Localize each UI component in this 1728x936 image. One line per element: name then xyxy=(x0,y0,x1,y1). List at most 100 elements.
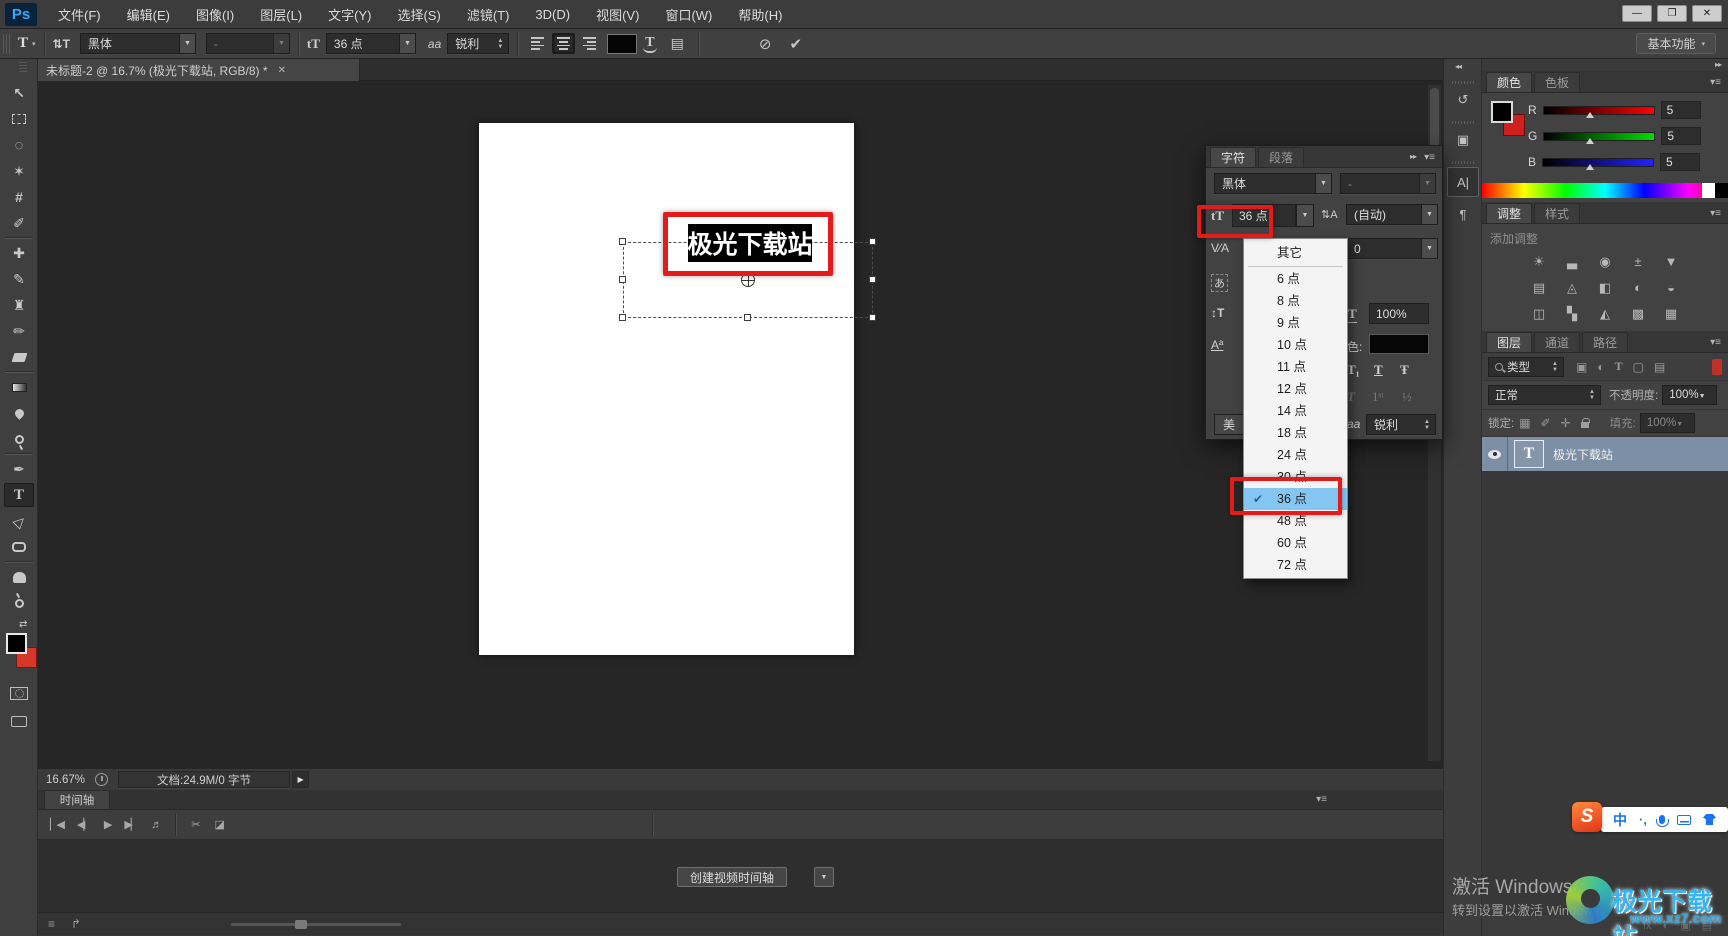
filter-pixel-layers-icon[interactable] xyxy=(1576,360,1587,374)
char-anti-alias-select[interactable]: 锐利 xyxy=(1366,414,1436,435)
filter-toggle-switch[interactable] xyxy=(1712,358,1722,375)
font-family-select[interactable]: 黑体 xyxy=(79,33,196,54)
character-panel-menu-icon[interactable] xyxy=(1424,152,1435,163)
size-option[interactable]: 72 点 xyxy=(1244,554,1347,576)
magic-wand-tool[interactable] xyxy=(4,159,34,183)
pen-tool[interactable] xyxy=(4,457,34,481)
menu-type[interactable]: 文字(Y) xyxy=(315,0,384,28)
transform-handle[interactable] xyxy=(619,314,626,321)
tab-swatches[interactable]: 色板 xyxy=(1534,72,1581,92)
filter-smart-object-icon[interactable] xyxy=(1654,360,1665,374)
size-option[interactable]: 30 点 xyxy=(1244,466,1347,488)
curves-icon[interactable] xyxy=(1595,254,1615,270)
selective-color-icon[interactable] xyxy=(1661,306,1681,322)
menu-help[interactable]: 帮助(H) xyxy=(725,0,795,28)
ime-punctuation-button[interactable]: ·, xyxy=(1639,812,1647,827)
menu-layer[interactable]: 图层(L) xyxy=(247,0,315,28)
horizontal-scale-field[interactable]: 100% xyxy=(1369,303,1429,324)
transform-handle[interactable] xyxy=(619,238,626,245)
black-white-icon[interactable] xyxy=(1595,280,1615,296)
font-size-select[interactable]: 36 点 xyxy=(325,33,416,54)
slider-thumb[interactable] xyxy=(295,919,308,929)
create-video-timeline-button[interactable]: 创建视频时间轴 xyxy=(677,867,788,887)
blend-mode-select[interactable]: 正常 xyxy=(1488,385,1601,405)
foreground-color-swatch[interactable] xyxy=(6,633,27,654)
dropdown-arrow-icon[interactable] xyxy=(398,34,415,53)
toolbar-grip[interactable] xyxy=(19,62,27,72)
size-option[interactable]: 48 点 xyxy=(1244,510,1347,532)
layer-name[interactable]: 极光下载站 xyxy=(1553,446,1613,463)
lock-transparency-icon[interactable] xyxy=(1519,416,1530,430)
tab-styles[interactable]: 样式 xyxy=(1534,203,1581,223)
zoom-level-field[interactable]: 16.67% xyxy=(46,774,85,786)
screen-mode-button[interactable] xyxy=(4,709,34,733)
paragraph-panel-icon[interactable] xyxy=(1449,201,1477,227)
hue-saturation-icon[interactable] xyxy=(1562,280,1582,296)
color-panel-menu-icon[interactable] xyxy=(1710,77,1721,88)
menu-file[interactable]: 文件(F) xyxy=(45,0,114,28)
timeline-menu-icon[interactable] xyxy=(1316,794,1327,805)
exposure-icon[interactable] xyxy=(1628,254,1648,270)
toggle-panels-icon[interactable]: ▤ xyxy=(671,35,684,52)
size-option[interactable]: 10 点 xyxy=(1244,334,1347,356)
foreground-color-chip[interactable] xyxy=(1491,101,1513,123)
maximize-button[interactable]: ❐ xyxy=(1657,5,1687,22)
layer-visibility-cell[interactable] xyxy=(1482,437,1508,471)
underline-button[interactable]: T xyxy=(1374,362,1383,378)
text-color-swatch[interactable] xyxy=(607,33,638,54)
shape-tool[interactable] xyxy=(4,535,34,559)
properties-panel-icon[interactable] xyxy=(1449,127,1477,153)
ime-skin-icon[interactable] xyxy=(1702,814,1716,825)
layer-filter-select[interactable]: 类型 xyxy=(1488,356,1564,377)
text-orientation-icon[interactable]: ⇅T xyxy=(53,37,70,51)
size-option[interactable]: 6 点 xyxy=(1244,268,1347,290)
quick-mask-button[interactable] xyxy=(4,681,34,705)
char-color-swatch[interactable] xyxy=(1369,334,1429,354)
size-option-other[interactable]: 其它 xyxy=(1244,242,1347,264)
menu-view[interactable]: 视图(V) xyxy=(583,0,652,28)
zoom-tool[interactable] xyxy=(4,591,34,615)
blue-slider[interactable] xyxy=(1542,157,1655,167)
status-options-arrow-icon[interactable] xyxy=(292,771,310,788)
align-center-button[interactable] xyxy=(552,33,576,54)
split-clip-icon[interactable] xyxy=(191,818,200,831)
filter-shape-layers-icon[interactable] xyxy=(1633,360,1644,374)
tracking-select[interactable]: 0 xyxy=(1346,238,1438,259)
close-button[interactable]: ✕ xyxy=(1692,5,1722,22)
first-frame-button[interactable] xyxy=(50,818,63,831)
menu-3d[interactable]: 3D(D) xyxy=(522,0,583,28)
size-option[interactable]: 24 点 xyxy=(1244,444,1347,466)
swap-colors-icon[interactable] xyxy=(19,619,27,630)
char-font-family-select[interactable]: 黑体 xyxy=(1214,173,1332,194)
language-select[interactable]: 美 xyxy=(1214,414,1244,435)
tab-channels[interactable]: 通道 xyxy=(1534,332,1581,352)
collapse-dock-icon[interactable] xyxy=(1455,62,1461,71)
dropdown-arrow-icon[interactable] xyxy=(178,34,195,53)
brightness-contrast-icon[interactable] xyxy=(1529,254,1549,270)
cancel-edits-button[interactable]: ⊘ xyxy=(759,35,772,53)
ime-mode-button[interactable]: 中 xyxy=(1613,810,1627,830)
size-option-selected[interactable]: ✔ 36 点 xyxy=(1244,488,1347,510)
lasso-tool[interactable] xyxy=(4,133,34,157)
leading-select[interactable]: (自动) xyxy=(1346,204,1438,225)
tab-paragraph[interactable]: 段落 xyxy=(1258,147,1305,167)
history-brush-tool[interactable] xyxy=(4,319,34,343)
lock-paint-icon[interactable] xyxy=(1541,416,1551,430)
green-value-field[interactable]: 5 xyxy=(1661,127,1702,145)
timeline-arrow-icon[interactable] xyxy=(71,917,81,931)
brush-tool[interactable] xyxy=(4,267,34,291)
size-option[interactable]: 12 点 xyxy=(1244,378,1347,400)
size-option[interactable]: 8 点 xyxy=(1244,290,1347,312)
red-slider-thumb[interactable] xyxy=(1586,112,1594,118)
dodge-tool[interactable] xyxy=(4,427,34,451)
expand-dock-icon[interactable] xyxy=(1715,60,1721,69)
menu-select[interactable]: 选择(S) xyxy=(384,0,453,28)
size-option[interactable]: 11 点 xyxy=(1244,356,1347,378)
green-slider[interactable] xyxy=(1543,131,1656,141)
size-option[interactable]: 60 点 xyxy=(1244,532,1347,554)
size-option[interactable]: 9 点 xyxy=(1244,312,1347,334)
transform-handle[interactable] xyxy=(869,276,876,283)
transform-handle[interactable] xyxy=(619,276,626,283)
color-balance-icon[interactable] xyxy=(1529,280,1549,296)
strikethrough-button[interactable]: Ŧ xyxy=(1400,362,1409,378)
